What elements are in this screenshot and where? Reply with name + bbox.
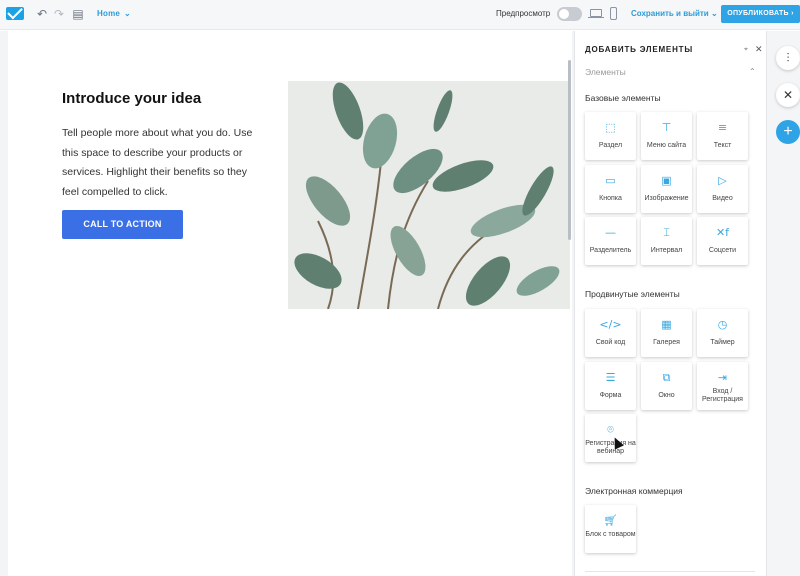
panel-divider — [585, 571, 755, 572]
popup-icon: ⧉ — [662, 371, 671, 384]
tile-image[interactable]: ▣ Изображение — [641, 165, 692, 213]
chevron-right-icon: › — [791, 10, 794, 17]
add-elements-panel: ДОБАВИТЬ ЭЛЕМЕНТЫ ⌖ ✕ Элементы ⌃ Базовые… — [574, 31, 766, 576]
chevron-down-icon: ⌄ — [710, 9, 718, 18]
elements-subheader[interactable]: Элементы — [585, 67, 626, 77]
plant-image[interactable] — [288, 81, 570, 309]
divider-icon: — — [605, 226, 616, 239]
tile-label: Блок с товаром — [585, 531, 636, 538]
plant-illustration — [288, 81, 570, 309]
close-panel-icon[interactable]: ✕ — [776, 83, 800, 107]
chevron-up-icon[interactable]: ⌃ — [749, 67, 756, 76]
basic-elements-title: Базовые элементы — [585, 93, 661, 103]
tile-label: Вход / Регистрация — [702, 388, 743, 403]
form-icon: ☰ — [605, 371, 616, 384]
tile-label: Разделитель — [589, 247, 632, 254]
save-and-exit-label: Сохранить и выйти — [631, 9, 709, 18]
add-element-button[interactable]: + — [776, 120, 800, 144]
spacer-icon: ⌶ — [663, 226, 670, 239]
tile-label: Видео — [712, 195, 733, 202]
gallery-icon: ▦ — [661, 318, 672, 331]
tile-label: Таймер — [710, 339, 735, 346]
tile-popup[interactable]: ⧉ Окно — [641, 362, 692, 410]
tile-login[interactable]: ⇥ Вход / Регистрация — [697, 362, 748, 410]
timer-icon: ◷ — [717, 318, 728, 331]
panel-title: ДОБАВИТЬ ЭЛЕМЕНТЫ — [585, 45, 693, 54]
tile-spacer[interactable]: ⌶ Интервал — [641, 217, 692, 265]
tile-button[interactable]: ▭ Кнопка — [585, 165, 636, 213]
code-icon: </> — [599, 318, 622, 331]
tile-label: Кнопка — [599, 195, 622, 202]
redo-icon[interactable]: ↷ — [52, 7, 66, 21]
canvas-scrollbar[interactable] — [568, 60, 571, 240]
top-bar: ↶ ↷ ▤ Home ⌄ Предпросмотр Сохранить и вый… — [0, 0, 800, 30]
tile-section[interactable]: ⬚ Раздел — [585, 112, 636, 160]
chevron-down-icon: ⌄ — [124, 9, 131, 18]
tile-site-menu[interactable]: ⊤ Меню сайта — [641, 112, 692, 160]
text-icon: ≡ — [717, 121, 728, 134]
tile-label: Форма — [599, 392, 622, 399]
tile-label: Соцсети — [708, 247, 737, 254]
tile-label: Окно — [658, 392, 675, 399]
close-icon[interactable]: ✕ — [755, 44, 763, 55]
button-icon: ▭ — [605, 174, 616, 187]
tile-label: Меню сайта — [646, 142, 687, 149]
save-and-exit-button[interactable]: Сохранить и выйти ⌄ — [631, 9, 718, 18]
tile-text[interactable]: ≡ Текст — [697, 112, 748, 160]
tile-label: Текст — [713, 142, 732, 149]
tile-gallery[interactable]: ▦ Галерея — [641, 309, 692, 357]
tile-label: Галерея — [653, 339, 680, 346]
tile-video[interactable]: ▷ Видео — [697, 165, 748, 213]
logo-icon[interactable] — [6, 7, 24, 20]
tile-label: Свой код — [595, 339, 626, 346]
menu-icon: ⊤ — [661, 121, 672, 134]
tile-label: Раздел — [598, 142, 623, 149]
social-icon: ✕f — [715, 226, 730, 239]
undo-icon[interactable]: ↶ — [35, 7, 49, 21]
video-icon: ▷ — [718, 174, 727, 187]
webinar-icon: ⌾ — [607, 423, 614, 436]
publish-button[interactable]: ОПУБЛИКОВАТЬ › — [721, 5, 800, 23]
sitemap-icon[interactable]: ⫶ — [776, 46, 800, 70]
preview-toggle[interactable] — [557, 7, 582, 21]
tile-product-block[interactable]: 🛒︎ Блок с товаром — [585, 505, 636, 553]
login-icon: ⇥ — [717, 371, 728, 384]
tile-divider[interactable]: — Разделитель — [585, 217, 636, 265]
desktop-view-icon[interactable] — [588, 9, 604, 18]
publish-label: ОПУБЛИКОВАТЬ — [727, 10, 789, 17]
page-selector-label: Home — [97, 9, 121, 18]
image-icon: ▣ — [661, 174, 672, 187]
pin-icon[interactable]: ⌖ — [744, 46, 748, 54]
tile-label: Интервал — [650, 247, 683, 254]
tile-form[interactable]: ☰ Форма — [585, 362, 636, 410]
ecommerce-title: Электронная коммерция — [585, 486, 683, 496]
page-settings-icon[interactable]: ▤ — [71, 7, 85, 21]
page-selector[interactable]: Home ⌄ — [97, 9, 131, 18]
section-heading[interactable]: Introduce your idea — [62, 90, 201, 107]
section-icon: ⬚ — [605, 121, 616, 134]
tile-timer[interactable]: ◷ Таймер — [697, 309, 748, 357]
section-body-text[interactable]: Tell people more about what you do. Use … — [62, 124, 262, 202]
preview-label: Предпросмотр — [496, 9, 551, 18]
mobile-view-icon[interactable] — [610, 7, 617, 20]
toggle-knob — [559, 9, 569, 19]
tile-social[interactable]: ✕f Соцсети — [697, 217, 748, 265]
tile-custom-code[interactable]: </> Свой код — [585, 309, 636, 357]
tile-label: Изображение — [644, 195, 689, 202]
cart-icon: 🛒︎ — [603, 514, 618, 527]
right-rail: ⫶ ✕ + — [766, 31, 800, 576]
call-to-action-button[interactable]: CALL TO ACTION — [62, 210, 183, 239]
advanced-elements-title: Продвинутые элементы — [585, 289, 680, 299]
